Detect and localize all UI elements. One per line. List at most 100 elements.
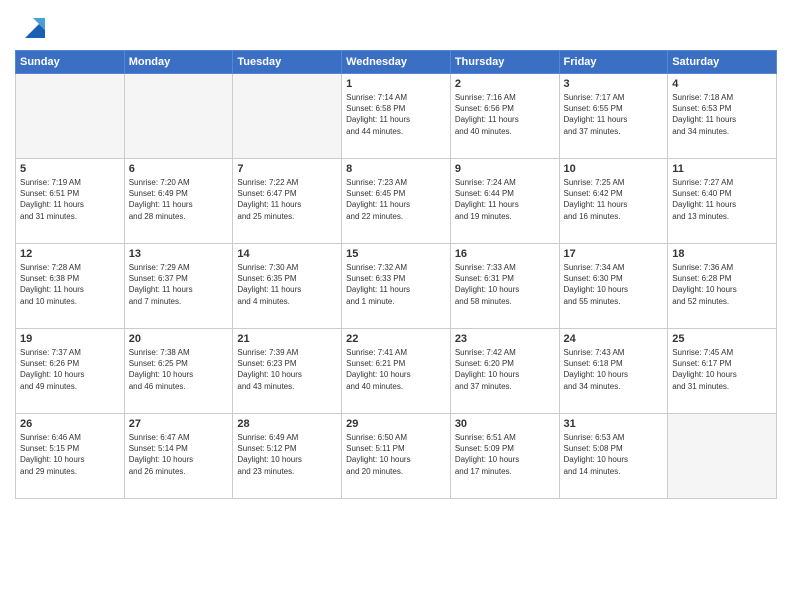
day-number: 17 [564, 248, 664, 260]
calendar-cell: 5 Sunrise: 7:19 AM Sunset: 6:51 PM Daylig… [16, 159, 125, 244]
day-number: 10 [564, 163, 664, 175]
day-info: Sunrise: 7:28 AM Sunset: 6:38 PM Dayligh… [20, 262, 120, 307]
day-info: Sunrise: 7:30 AM Sunset: 6:35 PM Dayligh… [237, 262, 337, 307]
calendar-cell: 26Sunrise: 6:46 AM Sunset: 5:15 PM Dayli… [16, 414, 125, 499]
calendar-cell: 8Sunrise: 7:23 AM Sunset: 6:45 PM Daylig… [342, 159, 451, 244]
day-info: Sunrise: 7:24 AM Sunset: 6:44 PM Dayligh… [455, 177, 555, 222]
day-number: 4 [672, 78, 772, 90]
day-header-sunday: Sunday [16, 51, 125, 74]
calendar-cell: 27Sunrise: 6:47 AM Sunset: 5:14 PM Dayli… [124, 414, 233, 499]
calendar-cell: 14 Sunrise: 7:30 AM Sunset: 6:35 PM Dayli… [233, 244, 342, 329]
day-number: 25 [672, 333, 772, 345]
day-number: 9 [455, 163, 555, 175]
calendar-cell [233, 74, 342, 159]
header [15, 10, 777, 42]
week-row-4: 19 Sunrise: 7:37 AM Sunset: 6:26 PM Dayli… [16, 329, 777, 414]
day-number: 27 [129, 418, 229, 430]
day-info: Sunrise: 7:25 AM Sunset: 6:42 PM Dayligh… [564, 177, 664, 222]
day-info: Sunrise: 7:22 AM Sunset: 6:47 PM Dayligh… [237, 177, 337, 222]
day-info: Sunrise: 6:49 AM Sunset: 5:12 PM Dayligh… [237, 432, 337, 477]
day-info: Sunrise: 7:20 AM Sunset: 6:49 PM Dayligh… [129, 177, 229, 222]
calendar-cell: 9 Sunrise: 7:24 AM Sunset: 6:44 PM Daylig… [450, 159, 559, 244]
calendar-cell: 31Sunrise: 6:53 AM Sunset: 5:08 PM Dayli… [559, 414, 668, 499]
day-info: Sunrise: 7:45 AM Sunset: 6:17 PM Dayligh… [672, 347, 772, 392]
calendar-cell: 24 Sunrise: 7:43 AM Sunset: 6:18 PM Dayli… [559, 329, 668, 414]
day-info: Sunrise: 7:29 AM Sunset: 6:37 PM Dayligh… [129, 262, 229, 307]
day-number: 1 [346, 78, 446, 90]
day-header-thursday: Thursday [450, 51, 559, 74]
day-header-wednesday: Wednesday [342, 51, 451, 74]
day-info: Sunrise: 7:39 AM Sunset: 6:23 PM Dayligh… [237, 347, 337, 392]
calendar-cell: 3 Sunrise: 7:17 AM Sunset: 6:55 PM Daylig… [559, 74, 668, 159]
day-header-tuesday: Tuesday [233, 51, 342, 74]
calendar-cell: 20 Sunrise: 7:38 AM Sunset: 6:25 PM Dayli… [124, 329, 233, 414]
calendar-cell: 19 Sunrise: 7:37 AM Sunset: 6:26 PM Dayli… [16, 329, 125, 414]
day-info: Sunrise: 7:43 AM Sunset: 6:18 PM Dayligh… [564, 347, 664, 392]
day-number: 13 [129, 248, 229, 260]
day-info: Sunrise: 6:50 AM Sunset: 5:11 PM Dayligh… [346, 432, 446, 477]
calendar-cell: 2 Sunrise: 7:16 AM Sunset: 6:56 PM Daylig… [450, 74, 559, 159]
day-info: Sunrise: 7:17 AM Sunset: 6:55 PM Dayligh… [564, 92, 664, 137]
calendar-cell: 11Sunrise: 7:27 AM Sunset: 6:40 PM Dayli… [668, 159, 777, 244]
calendar-cell: 30Sunrise: 6:51 AM Sunset: 5:09 PM Dayli… [450, 414, 559, 499]
day-number: 15 [346, 248, 446, 260]
calendar-cell: 10 Sunrise: 7:25 AM Sunset: 6:42 PM Dayli… [559, 159, 668, 244]
calendar-cell: 22Sunrise: 7:41 AM Sunset: 6:21 PM Dayli… [342, 329, 451, 414]
calendar-cell: 1 Sunrise: 7:14 AM Sunset: 6:58 PM Daylig… [342, 74, 451, 159]
day-info: Sunrise: 7:42 AM Sunset: 6:20 PM Dayligh… [455, 347, 555, 392]
week-row-2: 5 Sunrise: 7:19 AM Sunset: 6:51 PM Daylig… [16, 159, 777, 244]
calendar-cell: 13 Sunrise: 7:29 AM Sunset: 6:37 PM Dayli… [124, 244, 233, 329]
day-number: 14 [237, 248, 337, 260]
calendar-cell [16, 74, 125, 159]
day-info: Sunrise: 7:18 AM Sunset: 6:53 PM Dayligh… [672, 92, 772, 137]
calendar-cell: 16 Sunrise: 7:33 AM Sunset: 6:31 PM Dayli… [450, 244, 559, 329]
day-header-saturday: Saturday [668, 51, 777, 74]
day-number: 30 [455, 418, 555, 430]
day-number: 19 [20, 333, 120, 345]
day-number: 23 [455, 333, 555, 345]
week-row-5: 26Sunrise: 6:46 AM Sunset: 5:15 PM Dayli… [16, 414, 777, 499]
day-number: 18 [672, 248, 772, 260]
day-number: 21 [237, 333, 337, 345]
logo-icon [17, 10, 49, 42]
day-info: Sunrise: 7:38 AM Sunset: 6:25 PM Dayligh… [129, 347, 229, 392]
day-info: Sunrise: 7:33 AM Sunset: 6:31 PM Dayligh… [455, 262, 555, 307]
day-number: 20 [129, 333, 229, 345]
day-info: Sunrise: 7:16 AM Sunset: 6:56 PM Dayligh… [455, 92, 555, 137]
day-number: 29 [346, 418, 446, 430]
day-info: Sunrise: 7:23 AM Sunset: 6:45 PM Dayligh… [346, 177, 446, 222]
calendar-cell: 21 Sunrise: 7:39 AM Sunset: 6:23 PM Dayli… [233, 329, 342, 414]
day-info: Sunrise: 6:46 AM Sunset: 5:15 PM Dayligh… [20, 432, 120, 477]
calendar-cell: 6 Sunrise: 7:20 AM Sunset: 6:49 PM Daylig… [124, 159, 233, 244]
day-info: Sunrise: 7:27 AM Sunset: 6:40 PM Dayligh… [672, 177, 772, 222]
day-info: Sunrise: 7:32 AM Sunset: 6:33 PM Dayligh… [346, 262, 446, 307]
day-number: 12 [20, 248, 120, 260]
day-number: 7 [237, 163, 337, 175]
week-row-1: 1 Sunrise: 7:14 AM Sunset: 6:58 PM Daylig… [16, 74, 777, 159]
day-info: Sunrise: 7:36 AM Sunset: 6:28 PM Dayligh… [672, 262, 772, 307]
week-row-3: 12 Sunrise: 7:28 AM Sunset: 6:38 PM Dayli… [16, 244, 777, 329]
calendar-cell: 28 Sunrise: 6:49 AM Sunset: 5:12 PM Dayli… [233, 414, 342, 499]
day-header-friday: Friday [559, 51, 668, 74]
day-number: 6 [129, 163, 229, 175]
calendar-cell: 17 Sunrise: 7:34 AM Sunset: 6:30 PM Dayli… [559, 244, 668, 329]
logo [15, 10, 49, 42]
day-info: Sunrise: 7:34 AM Sunset: 6:30 PM Dayligh… [564, 262, 664, 307]
calendar-container: SundayMondayTuesdayWednesdayThursdayFrid… [0, 0, 792, 612]
day-number: 3 [564, 78, 664, 90]
calendar-cell [668, 414, 777, 499]
logo-text [15, 10, 49, 42]
day-number: 2 [455, 78, 555, 90]
day-info: Sunrise: 7:37 AM Sunset: 6:26 PM Dayligh… [20, 347, 120, 392]
calendar-table: SundayMondayTuesdayWednesdayThursdayFrid… [15, 50, 777, 499]
day-info: Sunrise: 7:14 AM Sunset: 6:58 PM Dayligh… [346, 92, 446, 137]
day-number: 16 [455, 248, 555, 260]
day-info: Sunrise: 7:19 AM Sunset: 6:51 PM Dayligh… [20, 177, 120, 222]
day-number: 5 [20, 163, 120, 175]
calendar-cell: 15 Sunrise: 7:32 AM Sunset: 6:33 PM Dayli… [342, 244, 451, 329]
day-number: 24 [564, 333, 664, 345]
calendar-cell: 18 Sunrise: 7:36 AM Sunset: 6:28 PM Dayli… [668, 244, 777, 329]
calendar-cell: 25 Sunrise: 7:45 AM Sunset: 6:17 PM Dayli… [668, 329, 777, 414]
day-number: 28 [237, 418, 337, 430]
calendar-cell: 4 Sunrise: 7:18 AM Sunset: 6:53 PM Daylig… [668, 74, 777, 159]
